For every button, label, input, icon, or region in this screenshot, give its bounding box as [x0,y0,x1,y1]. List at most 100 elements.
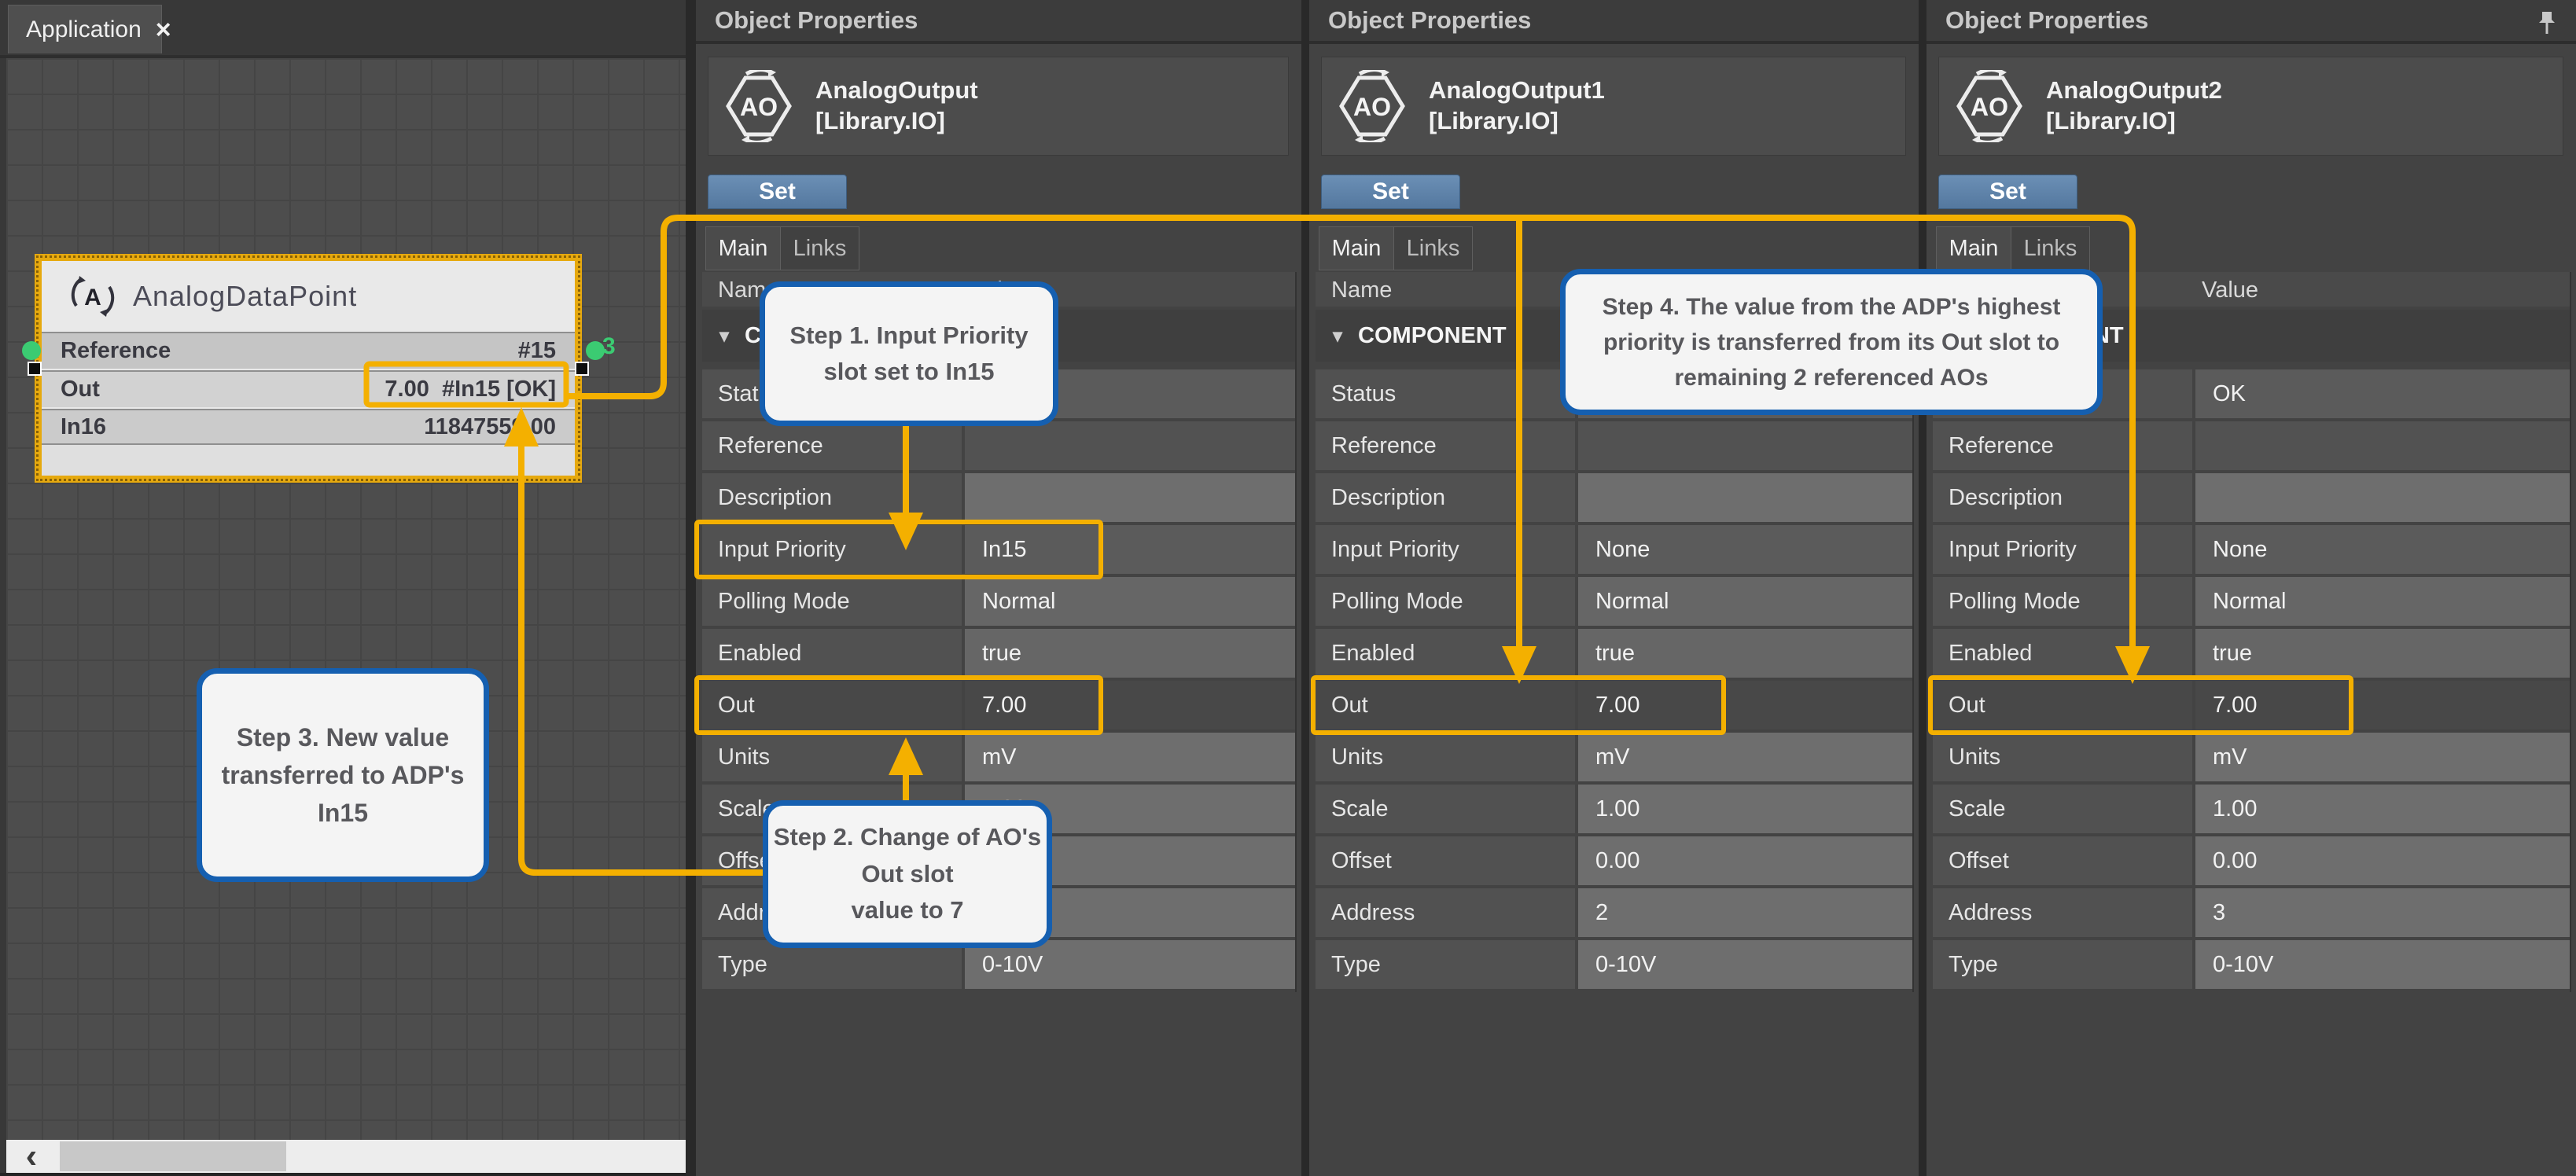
analog-output-icon: AO [1336,70,1408,142]
svg-text:A: A [84,285,101,311]
property-value[interactable]: 0-10V [1578,940,1912,989]
slot-label: In16 [61,414,106,440]
analog-data-point-block[interactable]: A AnalogDataPoint Reference #15 Out7.00 #I… [35,254,582,483]
property-value[interactable]: true [1578,629,1912,678]
property-value[interactable]: 1.00 [1578,785,1912,833]
property-row-offset: Offset 0.00 [1933,836,2570,885]
column-header-value: Value [2202,277,2258,303]
property-value[interactable]: None [2195,525,2570,574]
property-label: Type [1933,940,2192,989]
panel-divider[interactable] [1919,0,1926,1176]
object-library: [Library.IO] [1429,106,1605,137]
close-icon[interactable]: × [156,17,171,43]
tab-application-label: Application [26,17,142,43]
property-value[interactable]: mV [965,733,1295,781]
property-value[interactable]: true [2195,629,2570,678]
tab-application[interactable]: Application × [8,5,162,53]
tab-main[interactable]: Main [1319,226,1394,270]
property-value[interactable]: 0.00 [1578,836,1912,885]
svg-text:AO: AO [1353,93,1391,121]
property-value[interactable] [965,473,1295,522]
property-row-units: Units mV [702,733,1295,781]
property-label: Enabled [1933,629,2192,678]
panel-title: Object Properties [696,0,1301,44]
resize-handle-left[interactable] [28,362,42,376]
panel-divider[interactable] [686,0,696,1176]
callout-step2: Step 2. Change of AO's Out slot value to… [763,800,1052,948]
resize-handle-right[interactable] [575,362,589,376]
wire-sheet-canvas[interactable] [6,58,686,1140]
group-label: COMPONENT [1358,323,1507,349]
property-value[interactable]: true [965,629,1295,678]
scrollbar-thumb[interactable] [60,1141,286,1171]
property-value[interactable]: 7.00 [1578,681,1912,729]
object-properties-panel-2: Object Properties AOAnalogOutput2[Librar… [1926,0,2576,1176]
property-value[interactable] [2195,421,2570,470]
object-header: AOAnalogOutput[Library.IO] [708,57,1289,156]
property-value[interactable]: 2 [1578,888,1912,937]
property-value[interactable]: Normal [965,577,1295,626]
analog-output-icon: AO [1953,70,2026,142]
property-row-polling-mode: Polling Mode Normal [1933,577,2570,626]
property-label: Input Priority [1316,525,1575,574]
property-label: Polling Mode [1316,577,1575,626]
property-row-polling-mode: Polling Mode Normal [1316,577,1912,626]
property-row-out: Out 7.00 [702,681,1295,729]
property-value[interactable]: Normal [1578,577,1912,626]
slot-value: #15 [518,338,556,364]
callout-step1: Step 1. Input Priority slot set to In15 [760,281,1058,426]
property-row-units: Units mV [1933,733,2570,781]
tab-links[interactable]: Links [2011,226,2090,270]
property-value[interactable] [965,421,1295,470]
property-label: Type [1316,940,1575,989]
property-value[interactable] [1578,421,1912,470]
property-value[interactable] [2195,473,2570,522]
property-row-scale: Scale 1.00 [1933,785,2570,833]
property-value[interactable]: 3 [2195,888,2570,937]
property-value[interactable]: 0.00 [2195,836,2570,885]
property-value[interactable]: mV [2195,733,2570,781]
property-row-units: Units mV [1316,733,1912,781]
port-dot-left[interactable] [22,341,41,360]
property-label: Reference [1933,421,2192,470]
property-value[interactable]: 7.00 [2195,681,2570,729]
pin-icon[interactable] [2535,9,2559,36]
analog-data-point-icon: A [70,274,116,319]
tab-links[interactable]: Links [1394,226,1473,270]
property-value[interactable]: Normal [2195,577,2570,626]
property-row-reference: Reference [702,421,1295,470]
object-library: [Library.IO] [815,106,978,137]
slot-row-in16[interactable]: In1611847559.00 [42,409,575,444]
tab-main[interactable]: Main [1936,226,2011,270]
tab-links[interactable]: Links [781,226,859,270]
property-value[interactable]: OK [2195,369,2570,418]
property-label: Polling Mode [702,577,962,626]
property-value[interactable] [1578,473,1912,522]
block-footer [42,443,575,476]
slot-row-out[interactable]: Out7.00 #In15 [OK] [42,370,575,407]
property-value[interactable]: 0-10V [2195,940,2570,989]
property-row-description: Description [702,473,1295,522]
set-button[interactable]: Set [1938,175,2077,209]
callout-step3: Step 3. New value transferred to ADP's I… [197,668,489,882]
horizontal-scrollbar[interactable]: ‹ [6,1140,686,1173]
property-value[interactable]: 1.00 [2195,785,2570,833]
object-properties-panel-0: Object Properties AOAnalogOutput[Library… [696,0,1301,1176]
tab-main[interactable]: Main [705,226,781,270]
property-value[interactable]: None [1578,525,1912,574]
panel-divider[interactable] [1301,0,1309,1176]
block-header[interactable]: A AnalogDataPoint [42,261,575,332]
scroll-left-button[interactable]: ‹ [6,1140,57,1173]
property-value[interactable]: mV [1578,733,1912,781]
property-row-scale: Scale 1.00 [1316,785,1912,833]
property-value[interactable]: 7.00 [965,681,1295,729]
slot-label: Reference [61,338,171,364]
object-library: [Library.IO] [2046,106,2222,137]
set-button[interactable]: Set [708,175,847,209]
panel-title: Object Properties [1926,0,2576,44]
svg-text:AO: AO [740,93,778,121]
panel-title: Object Properties [1309,0,1919,44]
property-value[interactable]: In15 [965,525,1295,574]
slot-row-reference[interactable]: Reference #15 [42,332,575,369]
set-button[interactable]: Set [1321,175,1460,209]
